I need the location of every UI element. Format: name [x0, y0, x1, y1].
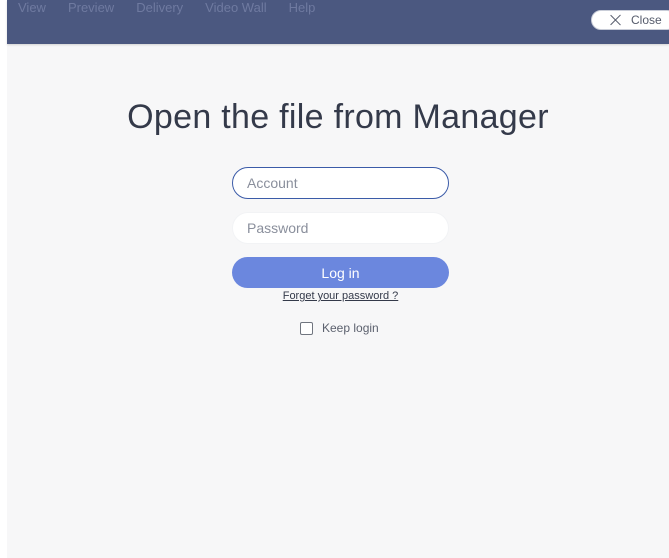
forget-password-link[interactable]: Forget your password ?	[232, 290, 449, 302]
page-title: Open the file from Manager	[127, 98, 549, 136]
keep-login-checkbox[interactable]	[300, 321, 313, 335]
password-input[interactable]	[232, 212, 449, 244]
menu-bar: View Preview Delivery Video Wall Help Cl…	[7, 0, 669, 44]
menu-item-delivery[interactable]: Delivery	[136, 0, 183, 15]
keep-login-option[interactable]: Keep login	[300, 321, 379, 335]
close-icon	[610, 14, 622, 26]
menu-item-view[interactable]: View	[18, 0, 46, 15]
close-button-label: Close	[631, 13, 662, 27]
window-edge	[0, 0, 7, 558]
login-button[interactable]: Log in	[232, 257, 449, 288]
keep-login-label: Keep login	[322, 321, 379, 335]
menu-item-video-wall[interactable]: Video Wall	[205, 0, 266, 15]
login-button-label: Log in	[321, 264, 360, 281]
menu-item-preview[interactable]: Preview	[68, 0, 114, 15]
app-window: View Preview Delivery Video Wall Help Cl…	[0, 0, 669, 558]
close-button[interactable]: Close	[591, 10, 669, 30]
menu-item-help[interactable]: Help	[289, 0, 316, 15]
account-input[interactable]	[232, 167, 449, 199]
menu: View Preview Delivery Video Wall Help	[18, 0, 337, 28]
